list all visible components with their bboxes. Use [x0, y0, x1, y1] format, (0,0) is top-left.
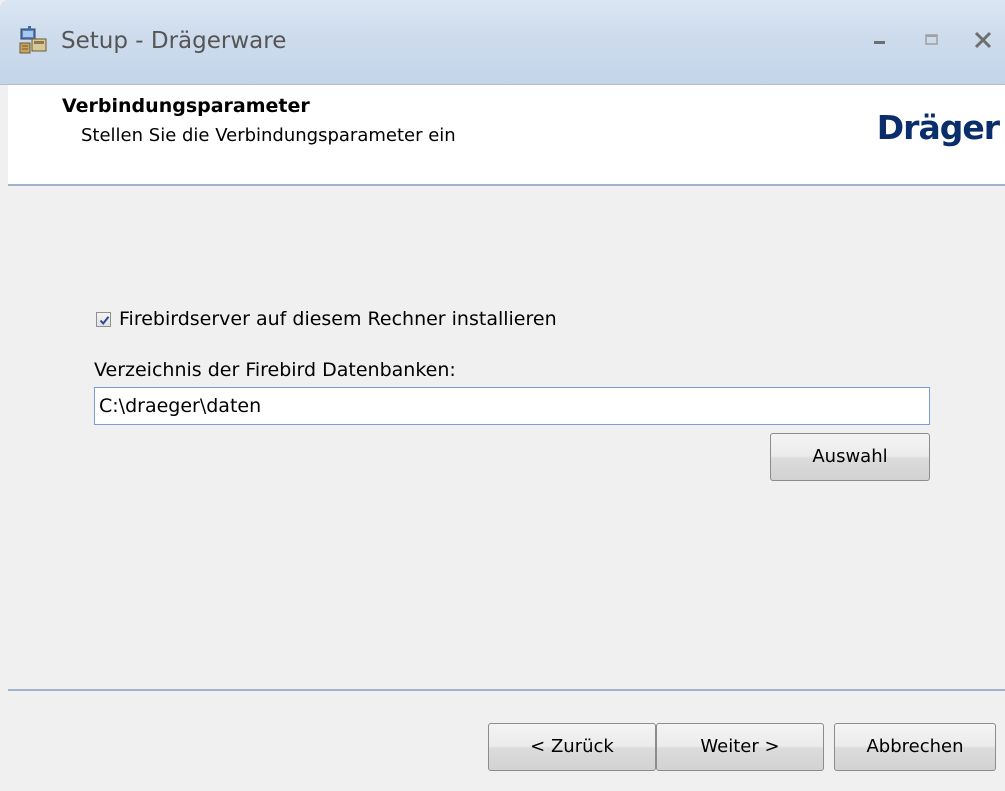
select-directory-button[interactable]: Auswahl [770, 433, 930, 481]
cancel-button[interactable]: Abbrechen [834, 723, 996, 771]
title-bar[interactable]: Setup - Drägerware [0, 0, 1005, 85]
setup-window: Setup - Drägerware Verbindungsparameter … [0, 0, 1005, 791]
wizard-header: Verbindungsparameter Stellen Sie die Ver… [8, 85, 1005, 186]
setup-computer-icon[interactable] [18, 25, 50, 57]
wizard-footer: < Zurück Weiter > Abbrechen [8, 691, 1005, 791]
maximize-button[interactable] [914, 20, 950, 60]
page-title: Verbindungsparameter [62, 95, 310, 117]
next-button[interactable]: Weiter > [656, 723, 824, 771]
database-directory-input[interactable] [94, 387, 930, 425]
window-title: Setup - Drägerware [61, 28, 287, 54]
install-firebird-label[interactable]: Firebirdserver auf diesem Rechner instal… [119, 308, 557, 330]
draeger-logo: Dräger [876, 108, 1000, 147]
wizard-body: Firebirdserver auf diesem Rechner instal… [8, 186, 1005, 690]
minimize-button[interactable] [862, 20, 898, 60]
page-subtitle: Stellen Sie die Verbindungsparameter ein [81, 125, 456, 146]
checkmark-icon [99, 315, 110, 325]
install-firebird-checkbox[interactable] [96, 311, 111, 327]
close-icon [974, 31, 992, 49]
close-button[interactable] [965, 20, 1001, 60]
back-button[interactable]: < Zurück [488, 723, 656, 771]
maximize-icon [925, 34, 938, 45]
minimize-icon [874, 41, 885, 44]
database-directory-label: Verzeichnis der Firebird Datenbanken: [94, 359, 456, 381]
install-firebird-option[interactable]: Firebirdserver auf diesem Rechner instal… [96, 306, 557, 332]
